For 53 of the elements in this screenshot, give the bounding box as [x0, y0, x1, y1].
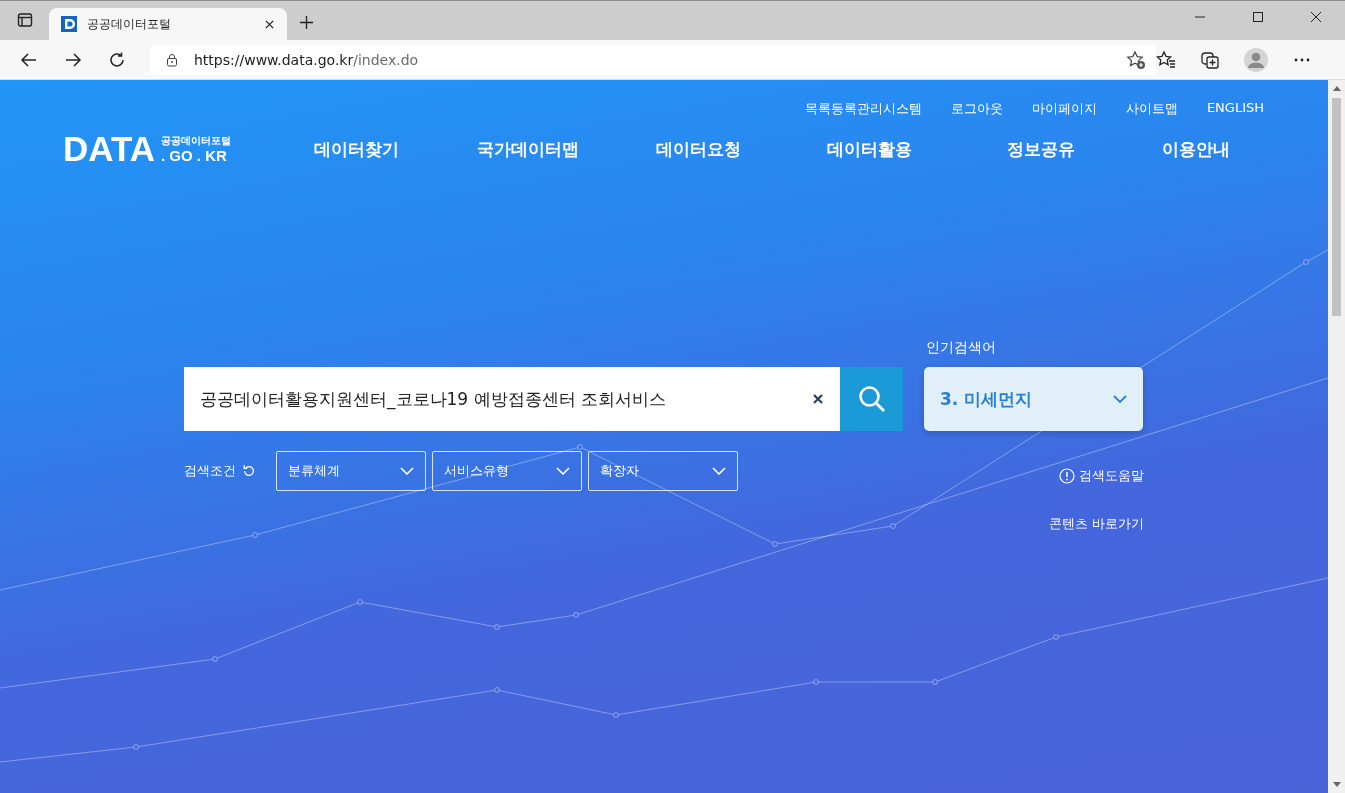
nav-menu-item[interactable]: 이용안내: [1126, 137, 1266, 161]
star-plus-icon[interactable]: [1126, 49, 1146, 70]
chevron-down-icon: [400, 467, 414, 475]
site-logo-icon: [61, 16, 77, 32]
browser-tab[interactable]: 공공데이터포털: [49, 8, 287, 40]
chevron-down-icon: [556, 467, 570, 475]
nav-menu-item[interactable]: 데이터찾기: [271, 137, 442, 161]
content-shortcut-link[interactable]: 콘텐츠 바로가기: [1048, 515, 1144, 533]
nav-menu-item[interactable]: 데이터요청: [613, 137, 784, 161]
nav-menu-item[interactable]: 데이터활용: [784, 137, 955, 161]
filter-dropdown[interactable]: 분류체계: [276, 451, 426, 491]
logo-wordmark[interactable]: DATA: [63, 134, 155, 164]
lock-icon: [166, 52, 178, 67]
clear-icon[interactable]: [812, 393, 824, 405]
search-icon: [857, 385, 886, 413]
popular-search-dropdown[interactable]: 3. 미세먼지: [924, 367, 1143, 431]
nav-menu-item[interactable]: 국가데이터맵: [442, 137, 613, 161]
filter-dropdown[interactable]: 서비스유형: [432, 451, 582, 491]
search-field[interactable]: 공공데이터활용지원센터_코로나19 예방접종센터 조회서비스: [184, 367, 840, 431]
utility-link[interactable]: 목록등록관리시스템: [804, 100, 922, 118]
favorites-icon[interactable]: [1156, 49, 1176, 70]
collections-icon[interactable]: [1200, 49, 1220, 70]
new-tab-icon[interactable]: [299, 15, 314, 30]
scrollbar-thumb[interactable]: [1332, 98, 1341, 316]
search-button[interactable]: [840, 367, 903, 431]
logo-domain: . GO . KR: [161, 148, 228, 164]
filter-dropdown[interactable]: 확장자: [588, 451, 738, 491]
url-text: https://www.data.go.kr/index.do: [194, 51, 419, 68]
tab-title: 공공데이터포털: [87, 15, 172, 33]
reset-icon[interactable]: [242, 464, 256, 478]
popular-search-label: 인기검색어: [926, 339, 996, 355]
search-conditions-label: 검색조건: [184, 462, 236, 480]
maximize-icon[interactable]: [1252, 11, 1264, 23]
forward-arrow-icon[interactable]: [64, 50, 82, 69]
logo-subtitle: 공공데이터포털: [161, 134, 231, 148]
utility-link[interactable]: 로그아웃: [950, 100, 1003, 118]
chevron-down-icon: [712, 467, 726, 475]
search-help-link[interactable]: 검색도움말: [1079, 467, 1144, 485]
tab-actions-icon[interactable]: [17, 12, 33, 28]
back-arrow-icon[interactable]: [20, 50, 38, 69]
utility-link[interactable]: 마이페이지: [1031, 100, 1097, 118]
address-bar[interactable]: https://www.data.go.kr/index.do: [150, 44, 1156, 75]
chevron-down-icon: [1113, 395, 1127, 403]
scroll-up-icon[interactable]: [1332, 85, 1341, 91]
profile-avatar-icon[interactable]: [1244, 47, 1268, 72]
close-window-icon[interactable]: [1310, 11, 1322, 23]
scroll-down-icon[interactable]: [1332, 782, 1341, 788]
nav-menu-item[interactable]: 정보공유: [955, 137, 1126, 161]
utility-link[interactable]: 사이트맵: [1125, 100, 1178, 118]
close-icon[interactable]: [264, 18, 275, 30]
refresh-icon[interactable]: [108, 50, 126, 69]
info-icon: [1059, 468, 1075, 484]
utility-link[interactable]: ENGLISH: [1206, 100, 1264, 118]
